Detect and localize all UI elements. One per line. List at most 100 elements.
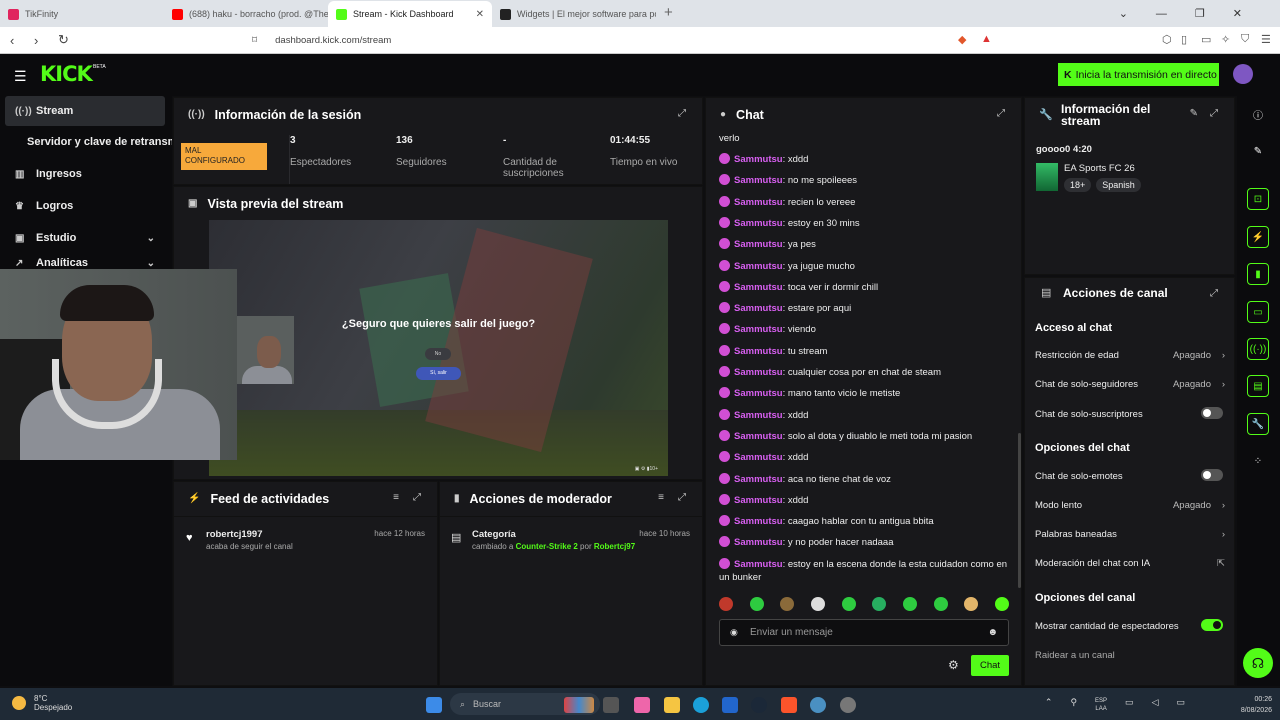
stream-category[interactable]: EA Sports FC 26 [1064,163,1135,174]
chat-username[interactable]: Sammutsu [734,559,783,570]
emote-icon[interactable] [902,597,917,611]
chat-input[interactable]: ◉ Enviar un mensaje ☻ [719,619,1009,646]
banned-words-row[interactable]: Palabras baneadas › [1035,529,1225,540]
windows-start-icon[interactable] [426,697,442,713]
chat-username[interactable]: Sammutsu [734,282,783,293]
wrench-icon[interactable]: 🔧 [1247,413,1269,435]
scan-icon[interactable]: ⊡ [1247,188,1269,210]
steam-icon[interactable] [751,697,767,713]
age-restriction-row[interactable]: Restricción de edad Apagado › [1035,350,1225,361]
language-indicator[interactable]: ESP LAA [1095,697,1107,713]
sidebar-item-server-key[interactable]: Servidor y clave de retransm [5,127,172,157]
forward-icon[interactable]: › [34,33,48,48]
emote-icon[interactable] [749,597,764,611]
kick-logo[interactable]: KICK [40,62,93,86]
obs-icon[interactable] [840,697,856,713]
bookmark-icon[interactable]: ⌑ [252,35,257,46]
chat-username[interactable]: Sammutsu [734,516,783,527]
emote-icon[interactable] [780,597,795,611]
brave-icon[interactable] [781,697,797,713]
browser-tab[interactable]: (688) haku - borracho (prod. @Theo [164,1,328,27]
show-viewers-toggle[interactable] [1201,619,1223,631]
file-explorer-icon[interactable] [664,697,680,713]
store-icon[interactable] [722,697,738,713]
followers-only-row[interactable]: Chat de solo-seguidores Apagado › [1035,379,1225,390]
chat-username[interactable]: Sammutsu [734,239,783,250]
chat-username[interactable]: Sammutsu [734,261,783,272]
taskbar-clock[interactable]: 00:26 8/08/2026 [1241,694,1272,716]
chevron-down-icon[interactable]: ⌄ [147,233,155,244]
tag-chip[interactable]: 18+ [1064,178,1092,192]
chat-username[interactable]: Sammutsu [734,303,783,314]
chat-username[interactable]: Sammutsu [734,474,783,485]
edge-icon[interactable] [693,697,709,713]
emote-icon[interactable] [933,597,948,611]
pencil-icon[interactable]: ✎ [1247,140,1269,162]
emote-icon[interactable] [719,597,733,611]
subs-only-toggle[interactable] [1201,407,1223,419]
chat-username[interactable]: Sammutsu [734,537,783,548]
minimize-icon[interactable]: — [1156,8,1167,20]
ai-moderation-row[interactable]: Moderación del chat con IA ⇱ [1035,558,1225,569]
chat-username[interactable]: Sammutsu [734,175,783,186]
slow-mode-row[interactable]: Modo lento Apagado › [1035,500,1225,511]
copilot-icon[interactable] [634,697,650,713]
widget-icon[interactable] [564,697,594,713]
chat-username[interactable]: Sammutsu [734,218,783,229]
shields-icon[interactable]: ✧ [1221,33,1230,46]
mod-game-link[interactable]: Counter-Strike 2 [516,542,578,551]
close-window-icon[interactable]: ✕ [1233,7,1242,20]
emote-icon[interactable] [810,597,825,611]
chevron-down-icon[interactable]: ⌄ [147,258,155,269]
brave-rewards-icon[interactable]: ▲ [981,33,992,45]
chevron-up-icon[interactable]: ⌃ [1045,697,1053,713]
network-icon[interactable]: ▭ [1125,697,1134,713]
list-icon[interactable]: ▤ [1247,375,1269,397]
emote-icon[interactable] [841,597,856,611]
edit-icon[interactable]: ✎ [1190,108,1198,119]
vpn-icon[interactable]: ⛉ [1241,33,1249,46]
browser-tab-active[interactable]: Stream - Kick Dashboard ✕ [328,1,492,27]
chat-bubble-icon[interactable]: ▭ [1247,301,1269,323]
tab-list-icon[interactable]: ⌄ [1119,7,1128,20]
sidebar-item-analytics[interactable]: ↗ Analíticas ⌄ [5,255,165,269]
chat-username[interactable]: Sammutsu [734,495,783,506]
filter-icon[interactable]: ≡ [393,492,399,503]
bolt-icon[interactable]: ⚡ [1247,226,1269,248]
user-avatar[interactable] [1233,64,1253,84]
emoji-icon[interactable]: ☻ [987,627,998,638]
browser-tab[interactable]: TikFinity [0,1,164,27]
sidebar-toggle-icon[interactable]: ▯ [1181,33,1187,46]
expand-icon[interactable]: ⤢ [678,492,686,503]
expand-icon[interactable]: ⤢ [413,492,421,503]
send-chat-button[interactable]: Chat [971,655,1009,676]
back-icon[interactable]: ‹ [10,33,24,48]
sidebar-item-achievements[interactable]: ♛ Logros [5,191,165,221]
go-live-button[interactable]: K Inicia la transmisión en directo [1058,63,1219,86]
apps-icon[interactable]: ⁘ [1247,450,1269,472]
tag-chip[interactable]: Spanish [1096,178,1141,192]
tray-app-icon[interactable]: ⚲ [1070,697,1077,713]
extensions-icon[interactable]: ⬡ [1162,33,1172,46]
expand-icon[interactable]: ⤢ [1210,108,1218,119]
task-view-icon[interactable] [603,697,619,713]
sidebar-item-stream[interactable]: ((·)) Stream [5,96,165,126]
weather-widget[interactable]: 8°C Despejado [12,694,72,712]
sidebar-item-studio[interactable]: ▣ Estudio ⌄ [5,223,165,253]
expand-icon[interactable]: ⤢ [678,108,686,119]
filter-icon[interactable]: ≡ [658,492,664,503]
battery-icon[interactable]: ▭ [1176,697,1185,713]
emotes-only-toggle[interactable] [1201,469,1223,481]
expand-icon[interactable]: ⤢ [1210,288,1218,299]
browser-tab[interactable]: Widgets | El mejor software para po [492,1,656,27]
chat-scrollbar[interactable] [1018,433,1021,588]
url-field[interactable]: ⌑ dashboard.kick.com/stream [252,31,997,50]
broadcast-icon[interactable]: ((·)) [1247,338,1269,360]
emote-icon[interactable] [964,597,979,611]
wallet-icon[interactable]: ▭ [1201,33,1211,46]
chat-username[interactable]: Sammutsu [734,324,783,335]
chat-username[interactable]: Sammutsu [734,452,783,463]
info-icon[interactable]: ⓘ [1247,103,1269,125]
menu-icon[interactable]: ☰ [1261,33,1271,46]
close-tab-icon[interactable]: ✕ [476,9,484,20]
